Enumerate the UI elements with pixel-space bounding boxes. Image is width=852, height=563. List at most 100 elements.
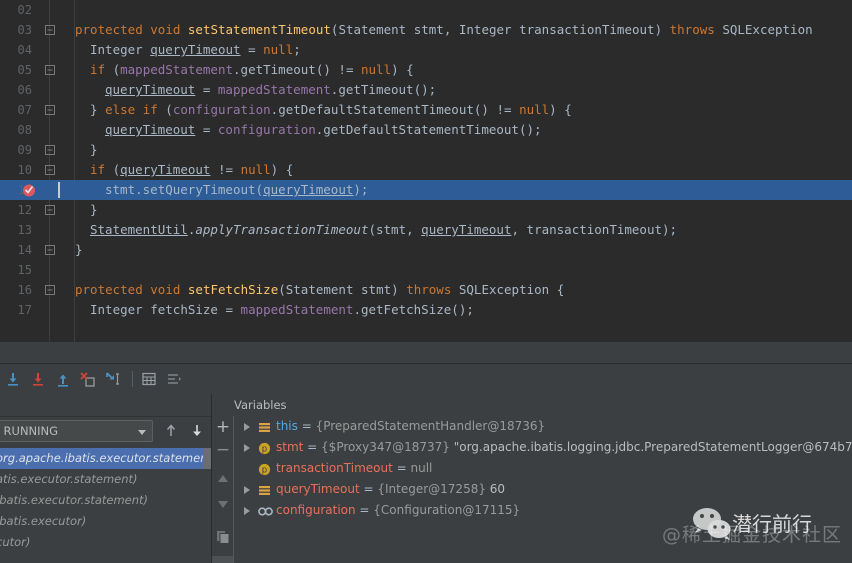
variable-name: stmt [276,440,303,454]
step-over-button[interactable] [4,370,22,388]
frames-panel: : RUNNING org.apache.ibatis.execut [0,394,211,563]
expand-arrow-icon[interactable] [244,423,250,431]
add-watch-button[interactable]: + [214,419,232,437]
variable-row[interactable]: pstmt = {$Proxy347@18737} "org.apache.ib… [234,437,852,458]
fold-marker-icon[interactable] [44,280,56,300]
code-line[interactable]: 12} [0,200,852,220]
code-line[interactable]: 02 [0,0,852,20]
variables-tree[interactable]: this = {PreparedStatementHandler@18736}p… [234,416,852,563]
code-line[interactable]: 06queryTimeout = mappedStatement.getTime… [0,80,852,100]
force-step-into-button[interactable] [79,370,97,388]
line-number: 08 [0,120,32,140]
code-line[interactable]: 07 } else if (configuration.getDefaultSta… [0,100,852,120]
variable-name: queryTimeout [276,482,360,496]
svg-text:p: p [262,445,267,455]
variables-header: Variables [212,394,852,417]
field-icon [258,420,271,433]
line-number: 17 [0,300,32,320]
fold-marker-icon[interactable] [44,20,56,40]
parameter-icon: p [258,441,271,454]
scroll-down-icon[interactable] [215,496,231,512]
frame-list-item[interactable]: cutor) [0,532,211,553]
variable-name: this [276,419,298,433]
fold-marker-icon[interactable] [44,240,56,260]
variable-row[interactable]: ptransactionTimeout = null [234,458,852,479]
tab-variables[interactable]: Variables [234,394,287,416]
fold-marker-icon[interactable] [44,140,56,160]
code-line[interactable]: 10 if (queryTimeout != null) { [0,160,852,180]
frame-up-button[interactable] [163,422,179,440]
code-line[interactable]: 08 queryTimeout = configuration.getDefaul… [0,120,852,140]
line-number: 04 [0,40,32,60]
code-line[interactable]: 11stmt.setQueryTimeout(queryTimeout); [0,180,852,200]
frame-list-item[interactable]: org.apache.ibatis.executor.statement) [0,448,211,469]
code-line[interactable]: 16protected void setFetchSize(Statement … [0,280,852,300]
run-to-cursor-button[interactable] [104,370,122,388]
frame-list[interactable]: org.apache.ibatis.executor.statement)ati… [0,448,211,563]
remove-watch-button[interactable]: − [214,442,232,460]
copy-value-icon[interactable] [215,529,231,545]
breakpoint-icon[interactable] [22,183,36,197]
frame-scroll-thumb[interactable] [203,448,211,469]
debugger-lower-area: : RUNNING org.apache.ibatis.execut [0,394,852,563]
variable-row[interactable]: queryTimeout = {Integer@17258} 60 [234,479,852,500]
line-number: 14 [0,240,32,260]
step-out-button[interactable] [54,370,72,388]
frame-list-item[interactable]: ibatis.executor.statement) [0,490,211,511]
code-text: stmt.setQueryTimeout(queryTimeout); [105,180,368,200]
code-line[interactable]: 09} [0,140,852,160]
line-number: 10 [0,160,32,180]
line-number: 09 [0,140,32,160]
expand-arrow-icon[interactable] [244,444,250,452]
step-into-button[interactable] [29,370,47,388]
svg-text:p: p [262,466,267,476]
frame-down-button[interactable] [189,422,205,440]
code-text: protected void setFetchSize(Statement st… [75,280,564,300]
line-number: 12 [0,200,32,220]
sidebar-scroll-thumb[interactable] [212,556,234,563]
code-text: } else if (configuration.getDefaultState… [90,100,572,120]
code-text: queryTimeout = configuration.getDefaultS… [105,120,542,140]
code-line[interactable]: 05if (mappedStatement.getTimeout() != nu… [0,60,852,80]
variable-row[interactable]: this = {PreparedStatementHandler@18736} [234,416,852,437]
frame-label: ibatis.executor.statement) [0,493,148,507]
code-text: queryTimeout = mappedStatement.getTimeou… [105,80,436,100]
variable-text: this = {PreparedStatementHandler@18736} [276,416,545,437]
code-text: if (queryTimeout != null) { [90,160,293,180]
variable-equals: = [393,461,411,475]
code-line[interactable]: 17Integer fetchSize = mappedStatement.ge… [0,300,852,320]
thread-selector[interactable]: : RUNNING [0,420,153,442]
code-text: protected void setStatementTimeout(State… [75,20,813,40]
code-line[interactable]: 15 [0,260,852,280]
code-line[interactable]: 04 Integer queryTimeout = null; [0,40,852,60]
evaluate-expression-button[interactable] [140,370,158,388]
line-number: 13 [0,220,32,240]
line-number: 07 [0,100,32,120]
frames-header [0,394,211,417]
variable-row[interactable]: configuration = {Configuration@17115} [234,500,852,521]
fold-marker-icon[interactable] [44,100,56,120]
fold-marker-icon[interactable] [44,200,56,220]
chevron-down-icon [138,430,146,435]
show-execution-point-button[interactable] [165,370,183,388]
toolbar-separator [132,371,133,387]
variable-extra: "org.apache.ibatis.logging.jdbc.Prepared… [450,440,852,454]
code-text: } [75,240,83,260]
fold-marker-icon[interactable] [44,60,56,80]
fold-marker-icon[interactable] [44,160,56,180]
frame-list-item[interactable]: ibatis.executor) [0,511,211,532]
scroll-up-icon[interactable] [215,471,231,487]
code-text: Integer queryTimeout = null; [90,40,301,60]
line-number: 05 [0,60,32,80]
parameter-icon: p [258,462,271,475]
text-caret [58,182,60,198]
code-line[interactable]: 14} [0,240,852,260]
variable-value: {$Proxy347@18737} [321,440,450,454]
frame-label: cutor) [0,535,30,549]
code-line[interactable]: 03protected void setStatementTimeout(Sta… [0,20,852,40]
code-editor[interactable]: 0203protected void setStatementTimeout(S… [0,0,852,342]
frame-list-item[interactable]: atis.executor.statement) [0,469,211,490]
expand-arrow-icon[interactable] [244,507,250,515]
code-line[interactable]: 13StatementUtil.applyTransactionTimeout(… [0,220,852,240]
expand-arrow-icon[interactable] [244,486,250,494]
